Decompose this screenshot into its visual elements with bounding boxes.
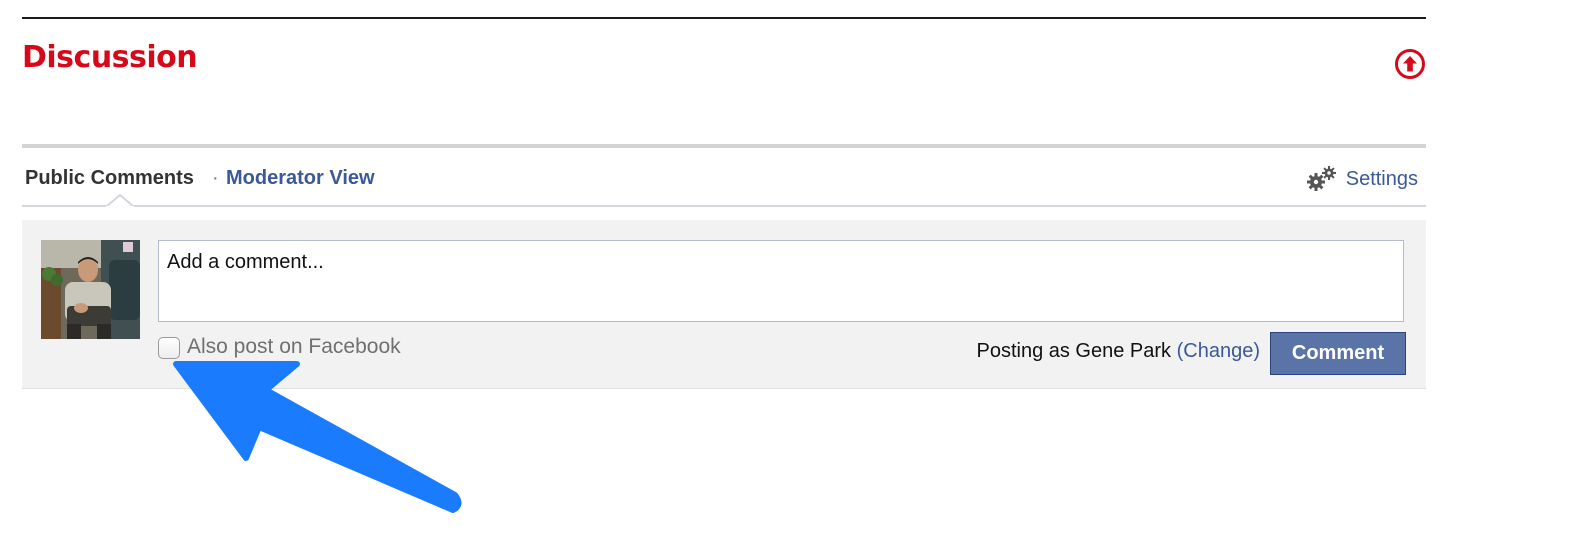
also-post-facebook-checkbox[interactable] <box>158 337 180 359</box>
also-post-facebook-label[interactable]: Also post on Facebook <box>187 335 401 359</box>
tab-separator: · <box>212 167 219 189</box>
tab-moderator-view[interactable]: Moderator View <box>226 167 375 190</box>
comment-composer: Also post on Facebook Posting as Gene Pa… <box>22 220 1426 389</box>
posting-as-user: Posting as Gene Park <box>976 340 1172 362</box>
section-divider <box>22 17 1426 19</box>
gears-icon <box>1306 166 1336 191</box>
page: Discussion Public Comments · Moderator V… <box>0 0 1588 542</box>
change-user-link[interactable]: (Change) <box>1177 340 1260 362</box>
arrow-up-circle-icon <box>1395 49 1425 79</box>
discussion-title: Discussion <box>22 40 198 75</box>
comment-submit-button[interactable]: Comment <box>1270 332 1406 375</box>
settings-label: Settings <box>1345 167 1418 190</box>
comment-input[interactable] <box>158 240 1404 322</box>
comments-tabs-bar: Public Comments · Moderator View Setting… <box>22 148 1426 208</box>
user-avatar[interactable] <box>41 240 140 339</box>
tab-public-comments[interactable]: Public Comments <box>25 167 194 190</box>
posting-as-text: Posting as Gene Park (Change) <box>976 340 1260 363</box>
settings-button[interactable]: Settings <box>1306 164 1418 194</box>
collapse-button[interactable] <box>1394 48 1426 80</box>
comments-widget: Public Comments · Moderator View Setting… <box>22 144 1426 391</box>
